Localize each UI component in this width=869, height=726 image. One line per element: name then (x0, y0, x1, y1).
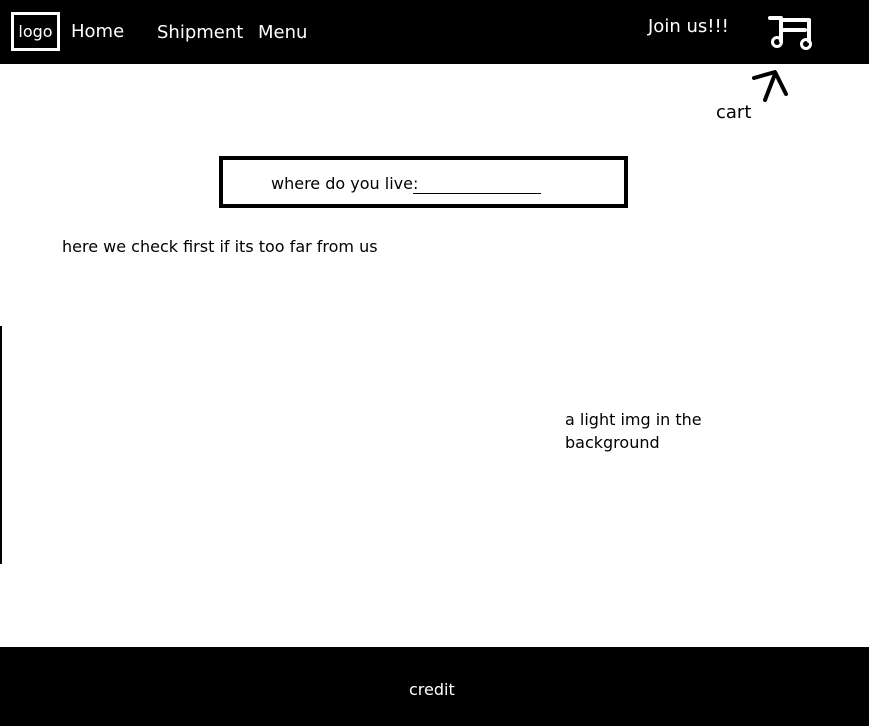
cart-icon[interactable] (766, 11, 816, 51)
nav-link-shipment[interactable]: Shipment (157, 21, 243, 45)
cart-annotation: cart (716, 102, 752, 123)
background-image-note: a light img in the background (565, 410, 702, 452)
left-divider (0, 326, 2, 564)
nav-link-home[interactable]: Home (71, 20, 124, 44)
location-input[interactable] (413, 173, 541, 194)
footer: credit (0, 647, 869, 726)
nav-link-menu[interactable]: Menu (258, 21, 307, 45)
distance-check-note: here we check first if its too far from … (62, 237, 378, 256)
annotation-arrow-icon (752, 70, 788, 102)
location-form: where do you live: (219, 156, 628, 208)
page: logo Home Shipment Menu Join us!!! cart … (0, 0, 869, 726)
location-label: where do you live: (271, 174, 419, 193)
join-us-link[interactable]: Join us!!! (648, 15, 729, 39)
cart-icon-graphic (768, 16, 812, 50)
top-navigation-bar: logo Home Shipment Menu Join us!!! (0, 0, 869, 64)
footer-credit[interactable]: credit (409, 679, 455, 701)
logo[interactable]: logo (11, 12, 60, 51)
